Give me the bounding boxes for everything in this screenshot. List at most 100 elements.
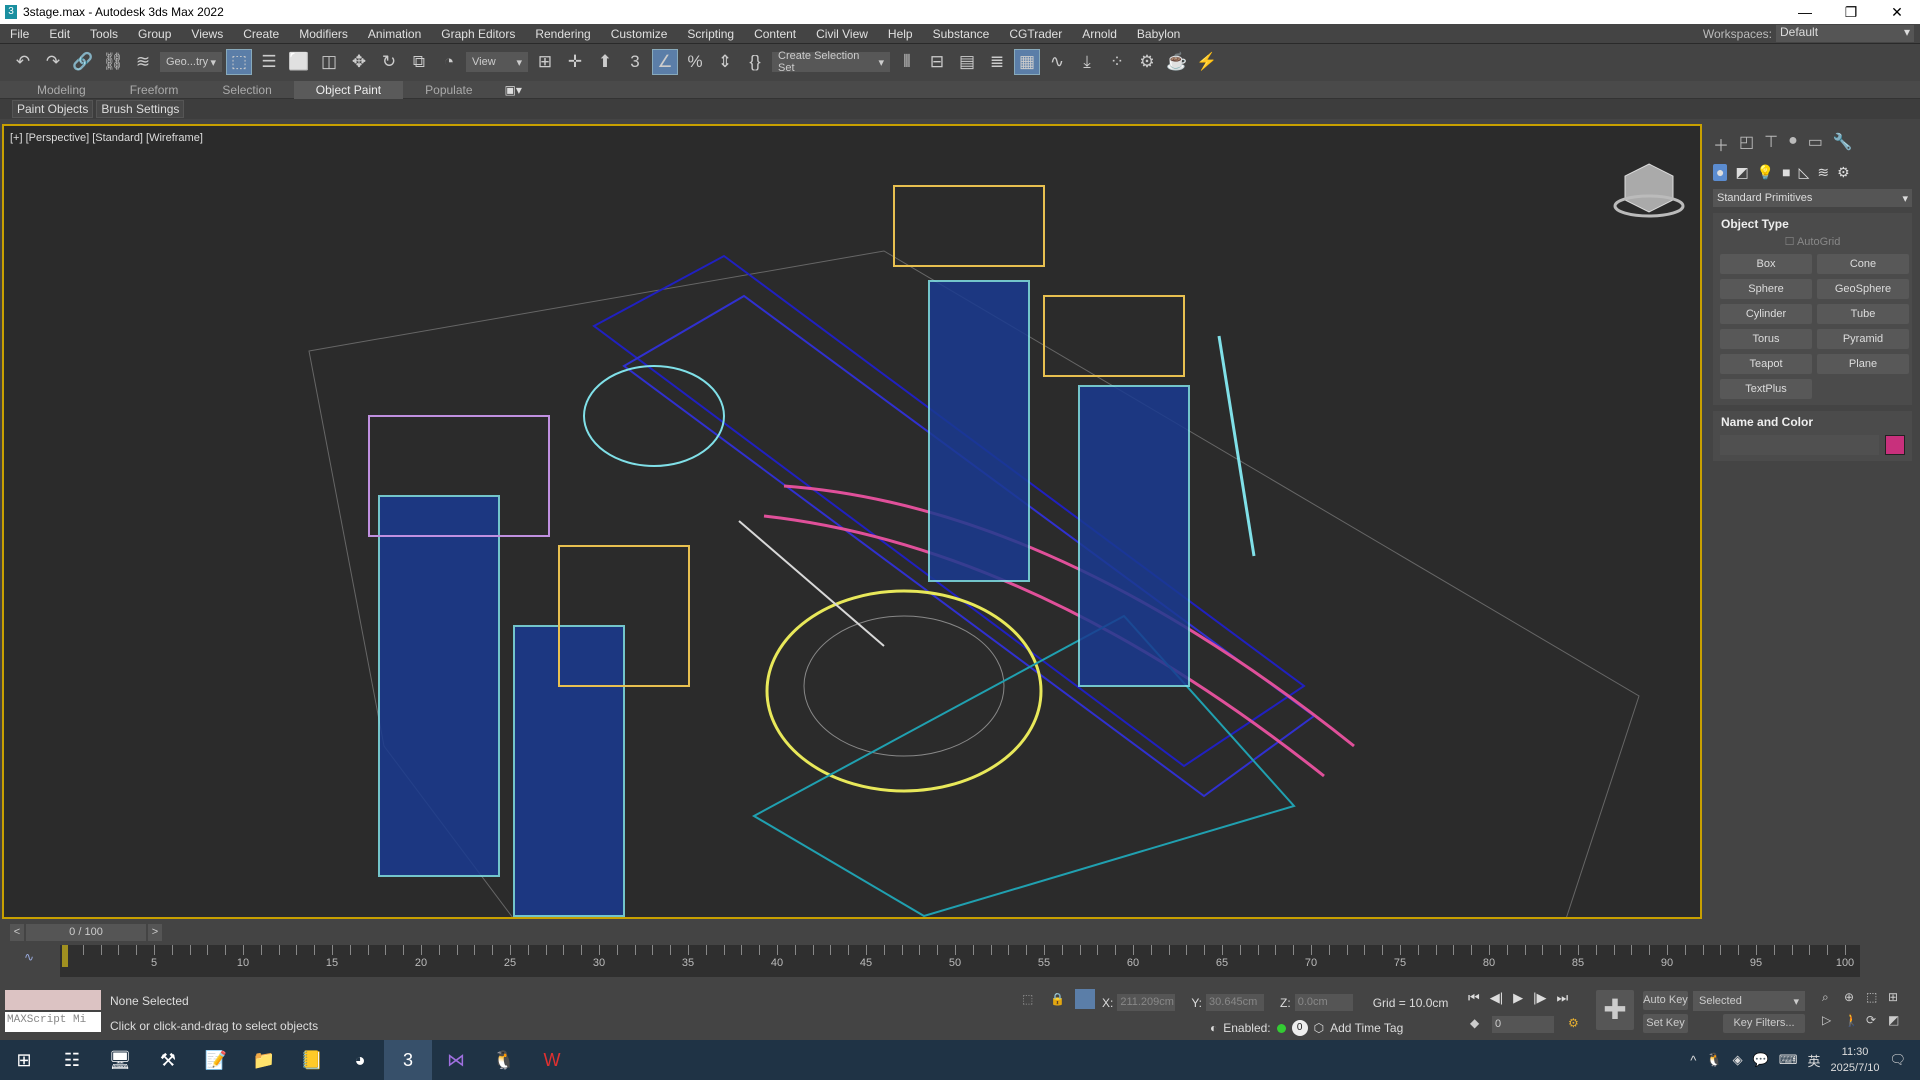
select-manipulate-icon[interactable]: ✛ — [562, 49, 588, 75]
zoom-all-icon[interactable]: ⊕ — [1844, 990, 1866, 1005]
menu-substance[interactable]: Substance — [923, 27, 1000, 41]
next-key-icon[interactable]: |▶ — [1533, 990, 1546, 1006]
set-key-big-button[interactable]: ✚ — [1596, 990, 1634, 1030]
rect-selection-icon[interactable]: ⬜ — [286, 49, 312, 75]
task-view-icon[interactable]: ☷ — [48, 1040, 96, 1080]
menu-animation[interactable]: Animation — [358, 27, 431, 41]
x-field[interactable]: 211.209cm — [1117, 994, 1176, 1011]
menu-babylon[interactable]: Babylon — [1127, 27, 1190, 41]
edge-icon[interactable]: ◕ — [336, 1040, 384, 1080]
lights-icon[interactable]: 💡 — [1757, 164, 1774, 181]
curve-editor-icon[interactable]: ∿ — [1044, 49, 1070, 75]
primitive-teapot-button[interactable]: Teapot — [1720, 354, 1812, 374]
menu-modifiers[interactable]: Modifiers — [289, 27, 358, 41]
next-frame-button[interactable]: > — [148, 924, 162, 941]
menu-edit[interactable]: Edit — [39, 27, 80, 41]
goto-end-icon[interactable]: ⏭ — [1556, 990, 1568, 1006]
3dsmax-taskbar-icon[interactable]: 3 — [384, 1040, 432, 1080]
category-dropdown[interactable]: Standard Primitives ▾ — [1713, 189, 1912, 207]
menu-civil-view[interactable]: Civil View — [806, 27, 878, 41]
perspective-viewport[interactable]: [+] [Perspective] [Standard] [Wireframe] — [2, 124, 1702, 919]
unlink-icon[interactable]: ⛓ — [100, 49, 126, 75]
ribbon-tab-modeling[interactable]: Modeling — [15, 81, 108, 99]
select-by-name-icon[interactable]: ☰ — [256, 49, 282, 75]
ribbon-options-icon[interactable]: ▣▾ — [505, 83, 522, 97]
primitive-box-button[interactable]: Box — [1720, 254, 1812, 274]
y-field[interactable]: 30.645cm — [1206, 994, 1265, 1011]
ribbon-tab-populate[interactable]: Populate — [403, 81, 494, 99]
primitive-geosphere-button[interactable]: GeoSphere — [1817, 279, 1909, 299]
menu-views[interactable]: Views — [181, 27, 233, 41]
primitive-plane-button[interactable]: Plane — [1817, 354, 1909, 374]
object-color-swatch[interactable] — [1885, 435, 1905, 455]
curve-editor-toggle-icon[interactable]: ∿ — [24, 950, 34, 964]
zoom-icon[interactable]: ⌕ — [1822, 990, 1844, 1005]
pivot-icon[interactable]: ⊞ — [532, 49, 558, 75]
ribbon-tab-object-paint[interactable]: Object Paint — [293, 80, 404, 99]
maxscript-mini-input[interactable]: MAXScript Mi — [5, 1012, 101, 1032]
layer-explorer-icon[interactable]: ≣ — [984, 49, 1010, 75]
set-key-button[interactable]: Set Key — [1643, 1014, 1688, 1033]
snaps-toggle-icon[interactable]: 3 — [622, 49, 648, 75]
primitive-cone-button[interactable]: Cone — [1817, 254, 1909, 274]
move-icon[interactable]: ✥ — [346, 49, 372, 75]
key-mode-icon[interactable]: ◆ — [1470, 1016, 1479, 1030]
object-type-title[interactable]: Object Type — [1713, 217, 1912, 231]
tool-app-icon[interactable]: ⚒ — [144, 1040, 192, 1080]
zoom-extents-all-icon[interactable]: ⊞ — [1888, 990, 1910, 1005]
align-icon[interactable]: ⊟ — [924, 49, 950, 75]
rotate-icon[interactable]: ↻ — [376, 49, 402, 75]
edit-named-sets-icon[interactable]: {} — [742, 49, 768, 75]
name-color-title[interactable]: Name and Color — [1713, 415, 1912, 429]
time-config-icon[interactable]: ⚙ — [1568, 1016, 1579, 1030]
menu-scripting[interactable]: Scripting — [677, 27, 744, 41]
time-tag-icon[interactable]: 0 — [1291, 1020, 1308, 1036]
lock-icon[interactable]: 🔒 — [1050, 992, 1065, 1006]
utilities-tab-icon[interactable]: 🔧 — [1833, 132, 1853, 156]
cameras-icon[interactable]: ■ — [1782, 164, 1790, 181]
ribbon-tab-freeform[interactable]: Freeform — [108, 81, 201, 99]
systems-icon[interactable]: ⚙ — [1837, 164, 1850, 181]
menu-graph-editors[interactable]: Graph Editors — [431, 27, 525, 41]
ime-indicator[interactable]: 英 — [1808, 1051, 1821, 1070]
workspace-dropdown[interactable]: Default ▾ — [1776, 25, 1914, 42]
fov-icon[interactable]: ▷ — [1822, 1013, 1844, 1027]
notes-app-icon[interactable]: 📒 — [288, 1040, 336, 1080]
notepad-icon[interactable]: 📝 — [192, 1040, 240, 1080]
render-setup-icon[interactable]: ⚙ — [1134, 49, 1160, 75]
primitive-torus-button[interactable]: Torus — [1720, 329, 1812, 349]
clock[interactable]: 11:30 2025/7/10 — [1831, 1044, 1880, 1076]
notification-icon[interactable]: 🗨 — [1889, 1052, 1906, 1068]
current-frame-field[interactable]: 0 — [1492, 1016, 1554, 1033]
menu-help[interactable]: Help — [878, 27, 923, 41]
primitive-tube-button[interactable]: Tube — [1817, 304, 1909, 324]
scale-icon[interactable]: ⧉ — [406, 49, 432, 75]
object-name-input[interactable] — [1720, 435, 1879, 455]
dope-sheet-icon[interactable]: ⤓ — [1074, 49, 1100, 75]
start-icon[interactable]: ⊞ — [0, 1040, 48, 1080]
menu-content[interactable]: Content — [744, 27, 806, 41]
add-time-tag-button[interactable]: Add Time Tag — [1330, 1021, 1403, 1035]
menu-customize[interactable]: Customize — [601, 27, 678, 41]
tray-app-icon[interactable]: ◈ — [1733, 1052, 1743, 1068]
schematic-view-icon[interactable]: ⁘ — [1104, 49, 1130, 75]
selection-filter-dropdown[interactable]: Geo...try ▾ — [160, 52, 222, 72]
percent-snap-icon[interactable]: % — [682, 49, 708, 75]
auto-key-button[interactable]: Auto Key — [1643, 991, 1688, 1010]
menu-group[interactable]: Group — [128, 27, 181, 41]
menu-rendering[interactable]: Rendering — [525, 27, 600, 41]
ribbon-tab-selection[interactable]: Selection — [200, 81, 293, 99]
play-icon[interactable]: ▶ — [1513, 990, 1523, 1006]
close-button[interactable]: ✕ — [1874, 4, 1920, 21]
link-icon[interactable]: 🔗 — [70, 49, 96, 75]
key-filters-button[interactable]: Key Filters... — [1723, 1014, 1805, 1033]
bind-spacewarp-icon[interactable]: ≋ — [130, 49, 156, 75]
prev-key-icon[interactable]: ◀| — [1490, 990, 1503, 1006]
shapes-icon[interactable]: ◩ — [1735, 164, 1748, 181]
primitive-textplus-button[interactable]: TextPlus — [1720, 379, 1812, 399]
brush-settings-tab[interactable]: Brush Settings — [96, 100, 185, 118]
wps-icon[interactable]: W — [528, 1040, 576, 1080]
tray-expand-icon[interactable]: ^ — [1690, 1053, 1696, 1068]
orbit-icon[interactable]: ⟳ — [1866, 1013, 1888, 1027]
absolute-mode-icon[interactable] — [1075, 989, 1095, 1009]
